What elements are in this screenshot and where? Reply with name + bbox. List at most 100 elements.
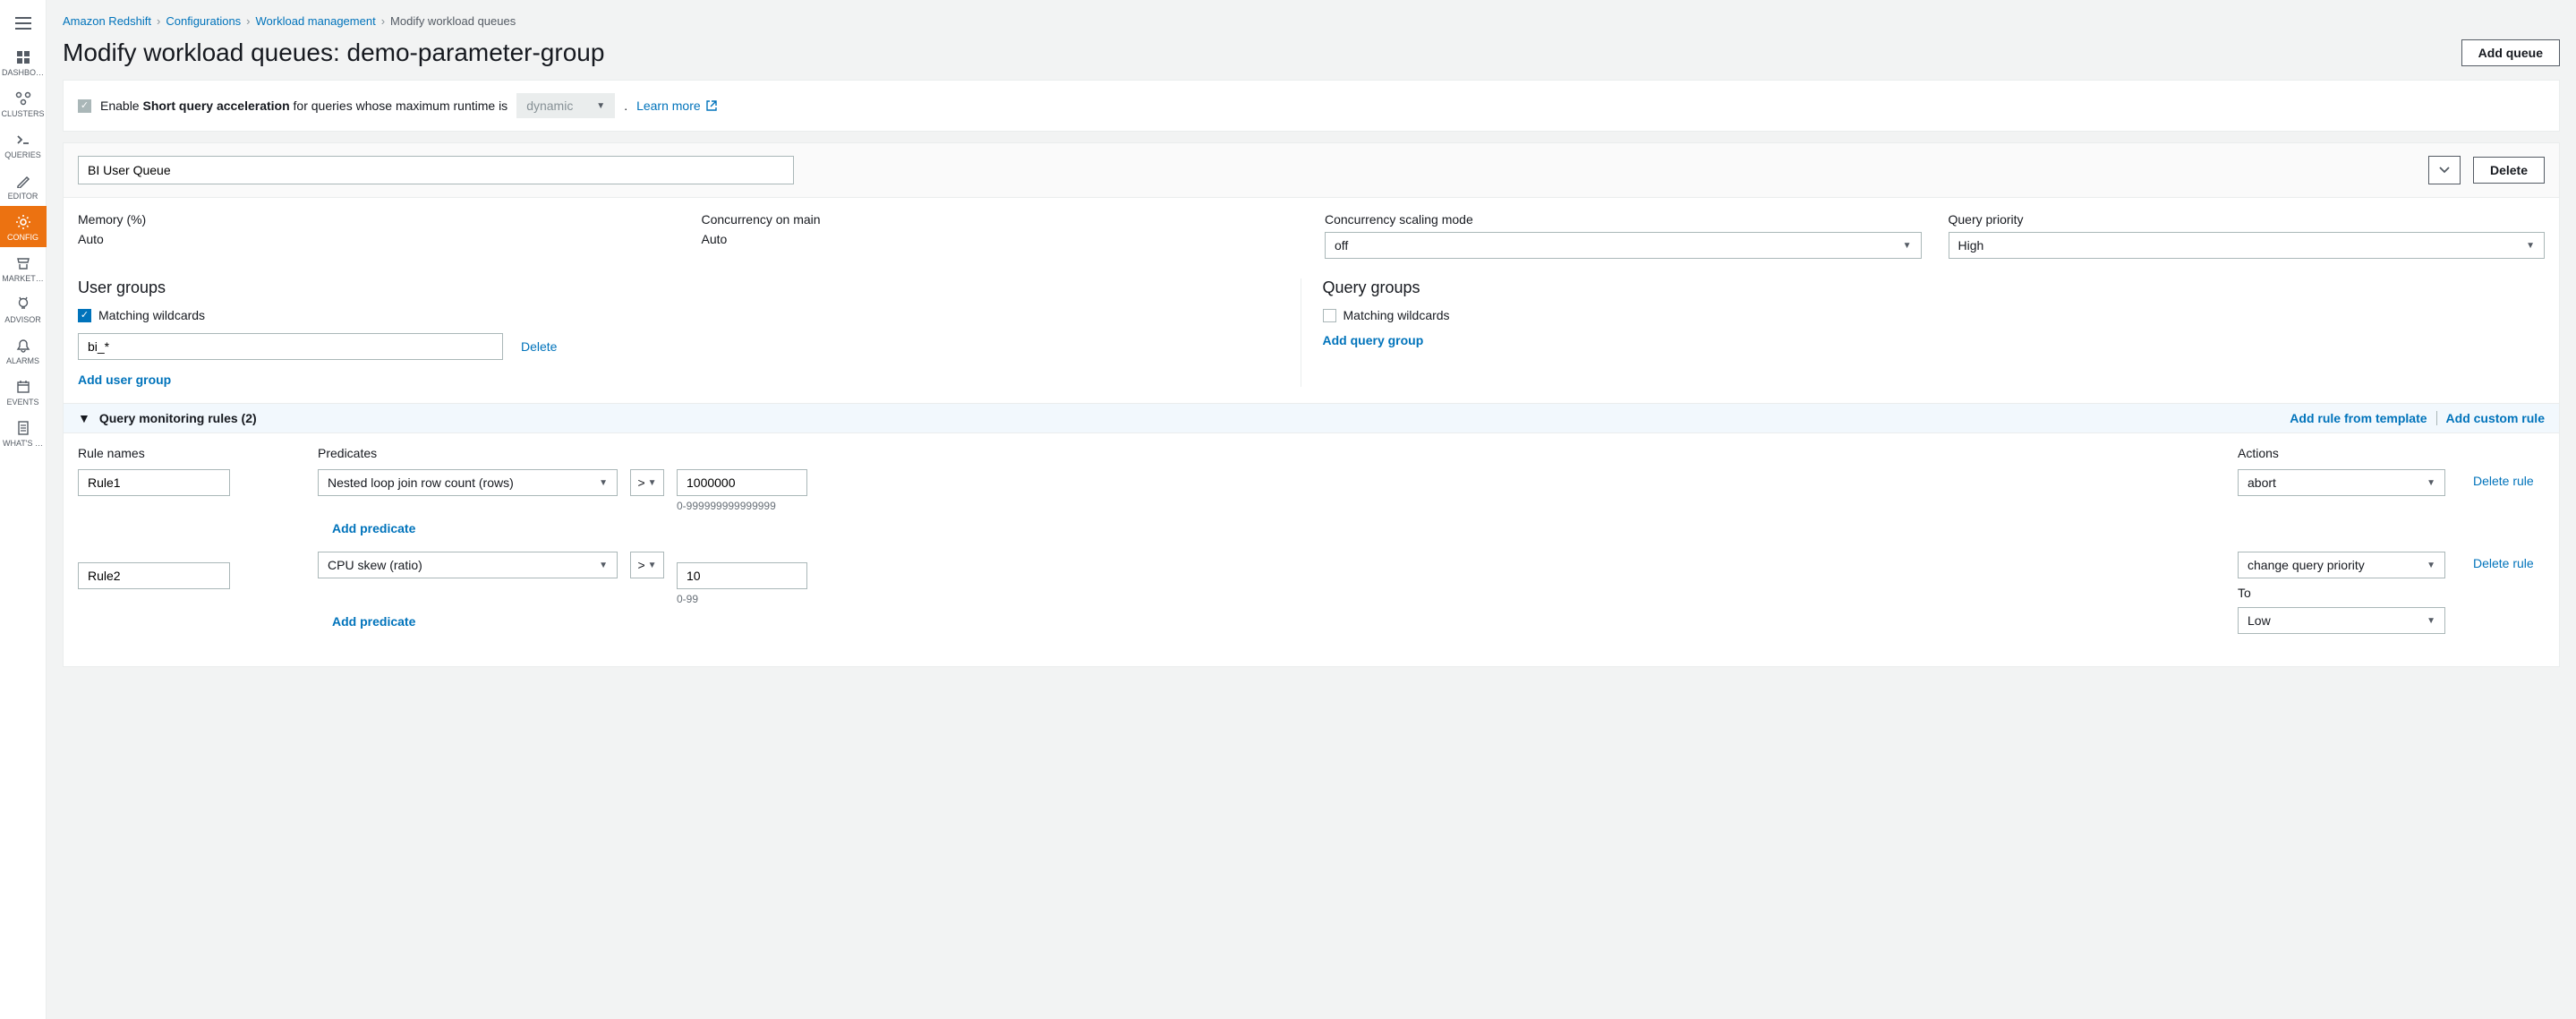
nav-advisor[interactable]: ADVISOR: [0, 288, 47, 330]
add-predicate-button[interactable]: Add predicate: [332, 521, 415, 535]
rules-heading: Query monitoring rules (2): [99, 411, 257, 425]
scaling-label: Concurrency scaling mode: [1325, 212, 1922, 227]
operator-value: >: [637, 475, 644, 490]
add-rule-template-link[interactable]: Add rule from template: [2290, 411, 2427, 425]
rule-name-input[interactable]: [78, 562, 230, 589]
crumb-redshift[interactable]: Amazon Redshift: [63, 14, 151, 28]
priority-value: High: [1958, 238, 1984, 253]
concurrency-label: Concurrency on main: [702, 212, 1299, 227]
rule-row: Nested loop join row count (rows) ▼ > ▼ …: [78, 469, 2545, 535]
bell-icon: [16, 337, 30, 355]
col-actions: Actions: [2238, 446, 2457, 460]
ug-wildcards-label: Matching wildcards: [98, 308, 205, 322]
caret-down-icon: ▼: [2427, 561, 2435, 570]
sqa-bold: Short query acceleration: [142, 98, 289, 113]
concurrency-value: Auto: [702, 232, 1299, 246]
sqa-select-value: dynamic: [526, 98, 573, 113]
sqa-text: Enable Short query acceleration for quer…: [100, 98, 508, 113]
predicate-value-input[interactable]: [677, 469, 807, 496]
dashboard-icon: [16, 48, 30, 66]
caret-down-icon: ▼: [648, 478, 657, 488]
chevron-right-icon: ›: [246, 14, 250, 28]
advisor-icon: [16, 295, 30, 313]
caret-down-icon: ▼: [2427, 616, 2435, 626]
to-label: To: [2238, 586, 2457, 600]
chevron-right-icon: ›: [157, 14, 160, 28]
caret-down-icon: ▼: [2427, 478, 2435, 488]
page-title: Modify workload queues: demo-parameter-g…: [63, 39, 604, 67]
add-queue-button[interactable]: Add queue: [2461, 39, 2560, 66]
to-priority-select[interactable]: Low ▼: [2238, 607, 2445, 634]
rule-name-input[interactable]: [78, 469, 230, 496]
priority-label: Query priority: [1949, 212, 2546, 227]
sqa-checkbox: [78, 99, 91, 113]
nav-queries[interactable]: QUERIES: [0, 124, 47, 165]
calendar-icon: [16, 378, 30, 396]
nav-clusters[interactable]: CLUSTERS: [0, 82, 47, 124]
separator: [2436, 411, 2437, 425]
collapse-button[interactable]: [2428, 156, 2461, 184]
action-select[interactable]: abort ▼: [2238, 469, 2445, 496]
crumb-wlm[interactable]: Workload management: [256, 14, 376, 28]
predicate-value-input[interactable]: [677, 562, 807, 589]
memory-label: Memory (%): [78, 212, 675, 227]
hamburger-icon[interactable]: [5, 5, 41, 41]
query-groups-title: Query groups: [1323, 278, 2546, 297]
crumb-configurations[interactable]: Configurations: [166, 14, 241, 28]
col-rule-names: Rule names: [78, 446, 302, 460]
nav-label: QUERIES: [1, 150, 46, 159]
add-custom-rule-link[interactable]: Add custom rule: [2446, 411, 2545, 425]
caret-down-icon: ▼: [1903, 241, 1912, 251]
nav-label: CONFIG: [1, 233, 46, 242]
add-query-group-button[interactable]: Add query group: [1323, 333, 1424, 347]
add-user-group-button[interactable]: Add user group: [78, 372, 171, 387]
add-predicate-button[interactable]: Add predicate: [332, 614, 415, 629]
left-nav: DASHBO… CLUSTERS QUERIES EDITOR CONFIG M…: [0, 0, 47, 1019]
user-group-input[interactable]: [78, 333, 503, 360]
expand-icon[interactable]: ▼: [78, 411, 90, 425]
nav-events[interactable]: EVENTS: [0, 371, 47, 412]
scaling-value: off: [1335, 238, 1348, 253]
nav-label: EVENTS: [1, 398, 46, 407]
nav-label: ADVISOR: [1, 315, 46, 324]
to-priority-value: Low: [2248, 613, 2271, 628]
predicate-value: Nested loop join row count (rows): [328, 475, 514, 490]
qg-wildcards-checkbox[interactable]: [1323, 309, 1336, 322]
delete-rule-link[interactable]: Delete rule: [2473, 556, 2534, 570]
sqa-tail: for queries whose maximum runtime is: [294, 98, 508, 113]
nav-whatsnew[interactable]: WHAT'S …: [0, 412, 47, 453]
doc-icon: [17, 419, 30, 437]
nav-dashboard[interactable]: DASHBO…: [0, 41, 47, 82]
editor-icon: [16, 172, 30, 190]
operator-select[interactable]: > ▼: [630, 469, 664, 496]
operator-select[interactable]: > ▼: [630, 552, 664, 578]
learn-more-link[interactable]: Learn more: [636, 98, 716, 113]
main-content: Amazon Redshift › Configurations › Workl…: [47, 0, 2576, 1019]
priority-select[interactable]: High ▼: [1949, 232, 2546, 259]
memory-value: Auto: [78, 232, 675, 246]
caret-down-icon: ▼: [599, 478, 608, 488]
scaling-select[interactable]: off ▼: [1325, 232, 1922, 259]
action-select[interactable]: change query priority ▼: [2238, 552, 2445, 578]
nav-label: WHAT'S …: [1, 439, 46, 448]
nav-marketplace[interactable]: MARKET…: [0, 247, 47, 288]
ug-wildcards-checkbox[interactable]: [78, 309, 91, 322]
marketplace-icon: [16, 254, 30, 272]
queue-name-input[interactable]: [78, 156, 794, 184]
delete-queue-button[interactable]: Delete: [2473, 157, 2545, 184]
nav-label: ALARMS: [1, 356, 46, 365]
learn-more-text: Learn more: [636, 98, 701, 113]
predicate-select[interactable]: CPU skew (ratio) ▼: [318, 552, 618, 578]
predicate-select[interactable]: Nested loop join row count (rows) ▼: [318, 469, 618, 496]
sqa-runtime-select: dynamic ▼: [516, 93, 615, 118]
value-hint: 0-999999999999999: [677, 500, 807, 512]
rules-header: ▼ Query monitoring rules (2) Add rule fr…: [64, 403, 2559, 433]
queries-icon: [16, 131, 30, 149]
nav-editor[interactable]: EDITOR: [0, 165, 47, 206]
predicate-value: CPU skew (ratio): [328, 558, 422, 572]
nav-alarms[interactable]: ALARMS: [0, 330, 47, 371]
nav-config[interactable]: CONFIG: [0, 206, 47, 247]
delete-user-group-link[interactable]: Delete: [521, 339, 557, 354]
nav-label: EDITOR: [1, 192, 46, 201]
delete-rule-link[interactable]: Delete rule: [2473, 474, 2534, 488]
